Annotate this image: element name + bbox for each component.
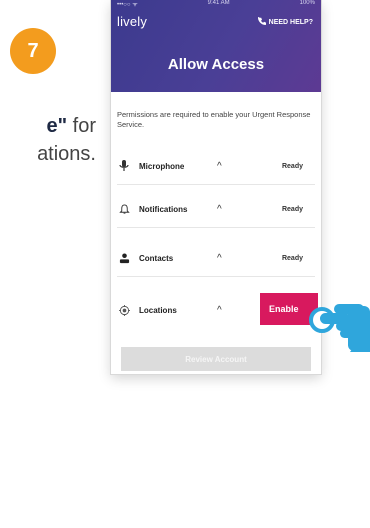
permission-label: Contacts <box>139 253 174 263</box>
review-account-button[interactable]: Review Account <box>121 347 311 371</box>
permission-label: Microphone <box>139 161 185 171</box>
need-help-label: NEED HELP? <box>268 18 313 26</box>
permission-row-microphone[interactable]: Microphone ^ Ready <box>117 148 315 185</box>
instruction-line1: for <box>67 115 96 137</box>
step-badge: 7 <box>10 28 56 74</box>
pointing-hand-icon <box>300 286 370 356</box>
microphone-icon <box>117 159 131 173</box>
status-bar: •••○○ ᯤ 9:41 AM 100% <box>111 0 321 12</box>
need-help-link[interactable]: NEED HELP? <box>257 17 313 27</box>
instruction-line2: ations. <box>37 143 96 165</box>
phone-screen: •••○○ ᯤ 9:41 AM 100% lively NEED HELP? A… <box>111 0 321 374</box>
page-title: Allow Access <box>167 56 265 73</box>
signal-indicator: •••○○ ᯤ <box>117 2 138 8</box>
status-ready: Ready <box>281 162 303 170</box>
status-ready: Ready <box>281 205 303 213</box>
phone-icon <box>257 17 266 27</box>
chevron-up-icon[interactable]: ^ <box>217 253 233 264</box>
permission-label: Locations <box>139 305 177 315</box>
location-icon <box>117 303 131 317</box>
chevron-up-icon[interactable]: ^ <box>217 204 233 215</box>
permission-row-contacts[interactable]: Contacts ^ Ready <box>117 240 315 277</box>
clock: 9:41 AM <box>207 0 230 6</box>
brand-logo: lively <box>117 14 148 29</box>
person-icon <box>117 251 131 265</box>
status-ready: Ready <box>281 254 303 262</box>
battery-indicator: 100% <box>299 0 315 6</box>
chevron-up-icon[interactable]: ^ <box>217 305 233 316</box>
instruction-text: e" for ations. <box>0 112 96 168</box>
step-number: 7 <box>27 39 39 62</box>
permission-label: Notifications <box>139 204 188 214</box>
permission-row-notifications[interactable]: Notifications ^ Ready <box>117 191 315 228</box>
instruction-quote: e" <box>46 115 68 137</box>
chevron-up-icon[interactable]: ^ <box>217 161 233 172</box>
header-banner: •••○○ ᯤ 9:41 AM 100% lively NEED HELP? A… <box>111 0 321 92</box>
bell-icon <box>117 202 131 216</box>
permissions-description: Permissions are required to enable your … <box>117 110 311 129</box>
